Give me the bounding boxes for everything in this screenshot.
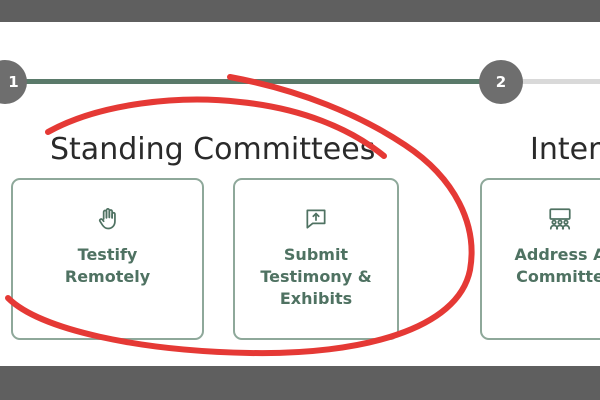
submit-testimony-label: Submit Testimony & Exhibits <box>260 245 372 308</box>
committee-stepper-panel: 1 2 Standing Committees Interi Testify R… <box>0 22 600 366</box>
testify-remotely-label: Testify Remotely <box>64 245 151 286</box>
standing-committees-heading: Standing Committees <box>50 132 376 167</box>
address-committee-card[interactable]: Address A Committe <box>480 178 600 340</box>
group-meeting-icon <box>549 208 571 230</box>
step-1-marker: 1 <box>0 60 27 104</box>
interim-committees-heading: Interi <box>530 132 600 167</box>
upload-message-icon <box>306 209 326 229</box>
address-committee-label: Address A Committe <box>514 245 600 286</box>
testify-remotely-card[interactable]: Testify Remotely <box>11 178 204 340</box>
submit-testimony-card[interactable]: Submit Testimony & Exhibits <box>233 178 399 340</box>
raised-hand-icon <box>98 208 116 230</box>
progress-line-completed <box>14 79 484 84</box>
step-2-marker: 2 <box>479 60 523 104</box>
step-2-number: 2 <box>495 73 507 91</box>
step-1-number: 1 <box>8 73 19 91</box>
progress-line-pending <box>518 79 600 84</box>
